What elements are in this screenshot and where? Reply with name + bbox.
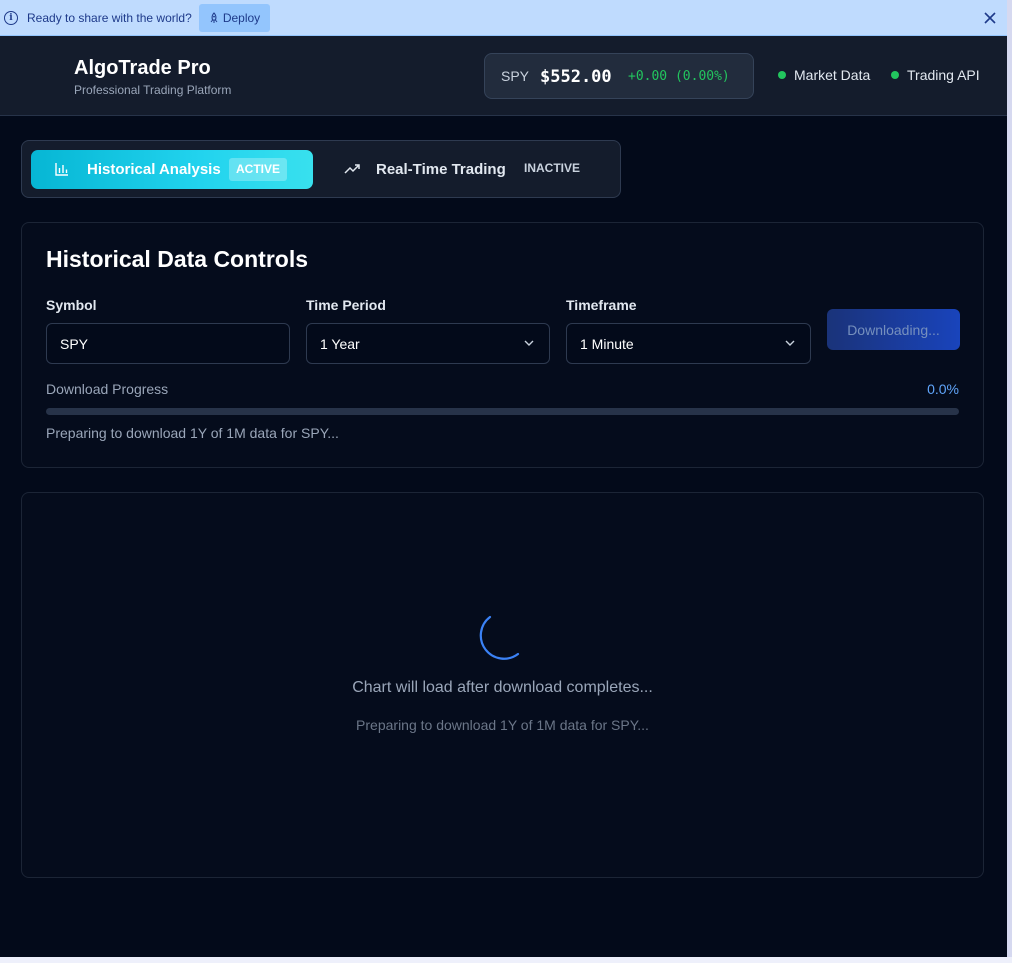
close-icon[interactable] — [983, 11, 997, 25]
chevron-down-icon — [524, 340, 534, 346]
banner-text: Ready to share with the world? — [27, 11, 192, 25]
app-title: AlgoTrade Pro — [74, 57, 211, 79]
status-dot — [891, 71, 899, 79]
ticker-price: $552.00 — [540, 67, 612, 87]
deploy-label: Deploy — [222, 11, 261, 25]
time-period-value: 1 Year — [320, 336, 360, 352]
timeframe-select[interactable]: 1 Minute — [566, 323, 811, 364]
time-period-label: Time Period — [306, 297, 386, 313]
window-edge — [0, 957, 1012, 963]
info-icon: i — [4, 11, 18, 25]
progress-message: Preparing to download 1Y of 1M data for … — [46, 425, 339, 441]
download-button[interactable]: Downloading... — [827, 309, 960, 350]
chart-loading-submessage: Preparing to download 1Y of 1M data for … — [356, 717, 649, 733]
symbol-value: SPY — [60, 336, 89, 352]
chart-panel: Chart will load after download completes… — [21, 492, 984, 878]
chevron-down-icon — [785, 340, 795, 346]
progress-bar — [46, 408, 959, 415]
deploy-banner: i Ready to share with the world? Deploy — [0, 0, 1007, 36]
status-label: Trading API — [907, 67, 980, 83]
status-badge: INACTIVE — [524, 161, 581, 175]
status-market-data: Market Data — [778, 67, 870, 83]
status-dot — [778, 71, 786, 79]
deploy-button[interactable]: Deploy — [199, 4, 270, 32]
loading-spinner-icon — [479, 615, 520, 660]
status-badge: ACTIVE — [229, 158, 288, 181]
app-header: AlgoTrade Pro Professional Trading Platf… — [0, 36, 1007, 116]
timeframe-value: 1 Minute — [580, 336, 634, 352]
time-period-select[interactable]: 1 Year — [306, 323, 550, 364]
tab-real-time-trading[interactable]: Real-Time Trading INACTIVE — [332, 150, 614, 189]
mode-switcher: Historical Analysis ACTIVE Real-Time Tra… — [21, 140, 621, 198]
timeframe-label: Timeframe — [566, 297, 637, 313]
symbol-input[interactable]: SPY — [46, 323, 290, 364]
ticker-change: +0.00 (0.00%) — [628, 69, 730, 84]
panel-title: Historical Data Controls — [46, 246, 308, 272]
ticker-symbol: SPY — [501, 68, 530, 84]
progress-label: Download Progress — [46, 381, 169, 397]
app-subtitle: Professional Trading Platform — [74, 83, 232, 97]
trending-up-icon — [344, 164, 360, 174]
price-ticker: SPY $552.00 +0.00 (0.00%) — [484, 53, 754, 99]
tab-label: Real-Time Trading — [376, 161, 506, 178]
tab-historical-analysis[interactable]: Historical Analysis ACTIVE — [31, 150, 313, 189]
app-window: i Ready to share with the world? Deploy … — [0, 0, 1007, 957]
status-label: Market Data — [794, 67, 871, 83]
window-edge — [1007, 0, 1012, 963]
rocket-icon — [210, 12, 218, 23]
bar-chart-icon — [55, 163, 68, 176]
progress-value: 0.0% — [927, 381, 959, 397]
tab-label: Historical Analysis — [87, 161, 221, 178]
status-trading-api: Trading API — [891, 67, 980, 83]
chart-loading-message: Chart will load after download completes… — [352, 679, 653, 696]
historical-controls-panel: Historical Data Controls Symbol SPY Time… — [21, 222, 984, 468]
symbol-label: Symbol — [46, 297, 97, 313]
